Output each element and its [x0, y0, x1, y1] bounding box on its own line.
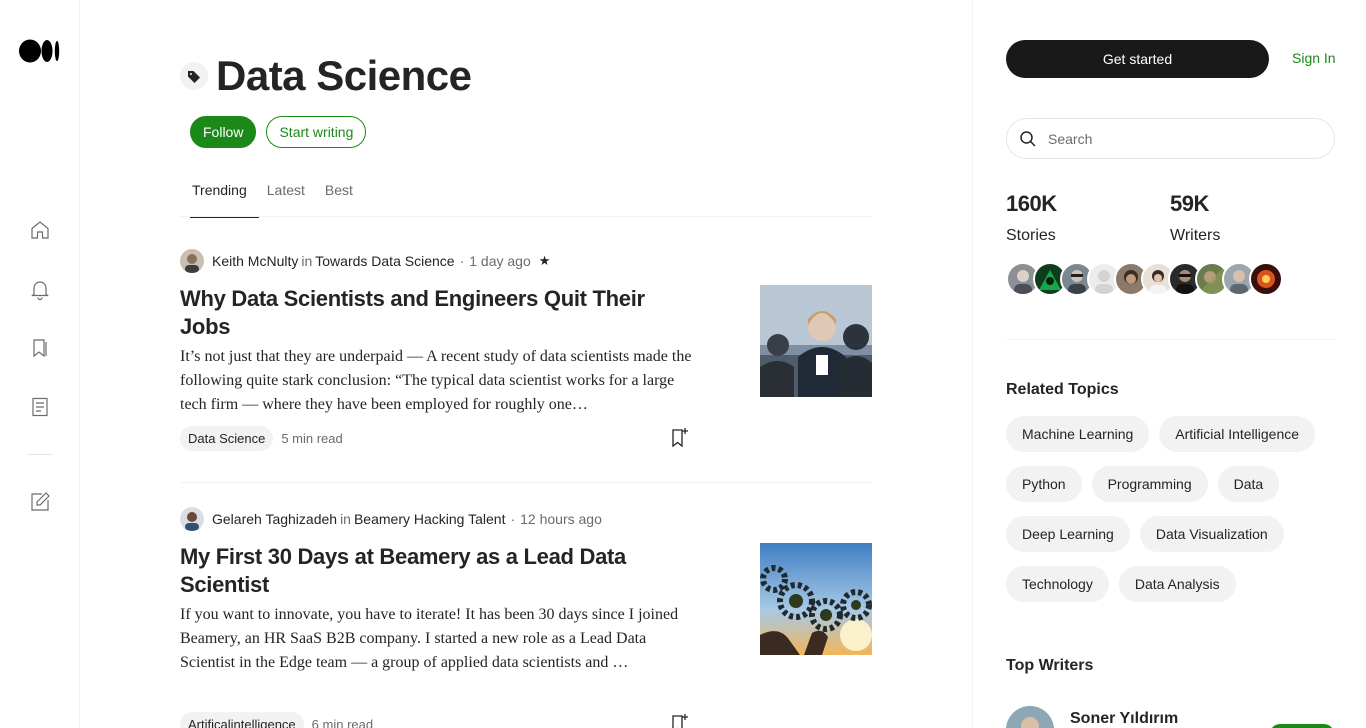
- article-title[interactable]: My First 30 Days at Beamery as a Lead Da…: [180, 543, 700, 599]
- publication-name[interactable]: Beamery Hacking Talent: [354, 511, 505, 527]
- get-started-button[interactable]: Get started: [1006, 40, 1269, 78]
- notifications-bell-icon[interactable]: [28, 277, 52, 301]
- publication-name[interactable]: Towards Data Science: [315, 253, 454, 269]
- article-footer: Artificalintelligence 6 min read: [180, 712, 373, 728]
- separator-dot: ·: [510, 511, 516, 527]
- separator-dot: ·: [459, 253, 465, 269]
- topic-chip[interactable]: Data Analysis: [1118, 566, 1236, 602]
- article-thumbnail[interactable]: [760, 543, 872, 655]
- author-avatar[interactable]: [180, 249, 204, 273]
- avatar[interactable]: [1006, 706, 1054, 728]
- read-time: 6 min read: [311, 717, 374, 728]
- right-sidebar: Get started Sign In 160K Stories 59K Wri…: [972, 0, 1366, 728]
- topic-chip[interactable]: Technology: [1006, 566, 1109, 602]
- start-writing-button[interactable]: Start writing: [266, 116, 367, 148]
- related-topics-heading: Related Topics: [1006, 381, 1119, 398]
- article-tag[interactable]: Data Science: [180, 426, 274, 451]
- tab-latest[interactable]: Latest: [259, 172, 317, 217]
- topic-chip[interactable]: Data Visualization: [1139, 516, 1284, 552]
- related-topics-list: Machine Learning Artificial Intelligence…: [1006, 416, 1346, 602]
- in-label: in: [340, 511, 351, 527]
- topic-chip[interactable]: Programming: [1091, 466, 1208, 502]
- write-icon[interactable]: [28, 490, 52, 514]
- follow-writer-button[interactable]: [1270, 724, 1334, 728]
- top-writer-name[interactable]: Soner Yıldırım: [1070, 710, 1178, 728]
- topic-header: Data Science: [180, 52, 472, 100]
- bookmark-add-icon[interactable]: [670, 426, 690, 450]
- topic-actions: Follow Start writing: [190, 116, 367, 148]
- author-name[interactable]: Gelareh Taghizadeh: [212, 511, 337, 527]
- in-label: in: [301, 253, 313, 269]
- sidebar-divider: [1006, 339, 1335, 340]
- sign-in-link[interactable]: Sign In: [1292, 50, 1336, 66]
- article-excerpt[interactable]: If you want to innovate, you have to ite…: [180, 603, 700, 675]
- stories-label: Stories: [1006, 227, 1056, 244]
- article-meta: Keith McNulty in Towards Data Science · …: [180, 249, 872, 273]
- medium-logo[interactable]: [19, 38, 61, 64]
- article-tag[interactable]: Artificalintelligence: [180, 712, 304, 728]
- article-meta: Gelareh Taghizadeh in Beamery Hacking Ta…: [180, 507, 872, 531]
- bookmark-add-icon[interactable]: [670, 712, 690, 728]
- member-star-icon: ★: [538, 253, 551, 268]
- publish-time: 12 hours ago: [520, 511, 602, 527]
- publish-time: 1 day ago: [469, 253, 531, 269]
- article-divider: [180, 482, 872, 483]
- topic-chip[interactable]: Machine Learning: [1006, 416, 1150, 452]
- stories-icon[interactable]: [28, 395, 52, 419]
- article-thumbnail[interactable]: [760, 285, 872, 397]
- search-box[interactable]: [1006, 118, 1335, 159]
- top-writers-heading: Top Writers: [1006, 657, 1094, 674]
- writers-stat: 59K Writers: [1170, 191, 1220, 245]
- article-card[interactable]: Keith McNulty in Towards Data Science · …: [180, 249, 872, 451]
- follow-topic-button[interactable]: Follow: [190, 116, 257, 148]
- search-input[interactable]: [1048, 130, 1308, 147]
- writers-count: 59K: [1170, 191, 1209, 216]
- avatar[interactable]: [1249, 262, 1283, 296]
- stories-count: 160K: [1006, 191, 1057, 216]
- writer-avatars: [1006, 262, 1283, 296]
- read-time: 5 min read: [281, 431, 343, 446]
- article-footer: Data Science 5 min read: [180, 426, 343, 451]
- article-excerpt[interactable]: It’s not just that they are underpaid — …: [180, 345, 700, 417]
- topic-chip[interactable]: Deep Learning: [1006, 516, 1130, 552]
- rail-divider: [27, 454, 53, 455]
- author-avatar[interactable]: [180, 507, 204, 531]
- top-writer-item[interactable]: Soner Yıldırım: [1006, 706, 1178, 728]
- article-card[interactable]: Gelareh Taghizadeh in Beamery Hacking Ta…: [180, 507, 872, 728]
- tag-icon: [180, 62, 208, 90]
- author-name[interactable]: Keith McNulty: [212, 253, 298, 269]
- writers-label: Writers: [1170, 227, 1221, 244]
- bookmarks-icon[interactable]: [28, 336, 52, 360]
- article-title[interactable]: Why Data Scientists and Engineers Quit T…: [180, 285, 700, 341]
- search-icon: [1018, 129, 1038, 149]
- page-title: Data Science: [216, 52, 472, 99]
- stories-stat: 160K Stories: [1006, 191, 1057, 245]
- tab-trending[interactable]: Trending: [180, 172, 259, 218]
- tab-best[interactable]: Best: [317, 172, 365, 217]
- topic-chip[interactable]: Python: [1006, 466, 1082, 502]
- feed-tabs: Trending Latest Best: [180, 172, 872, 218]
- topic-chip[interactable]: Data: [1217, 466, 1280, 502]
- topic-chip[interactable]: Artificial Intelligence: [1159, 416, 1316, 452]
- home-icon[interactable]: [28, 218, 52, 242]
- left-nav-rail: [0, 0, 80, 728]
